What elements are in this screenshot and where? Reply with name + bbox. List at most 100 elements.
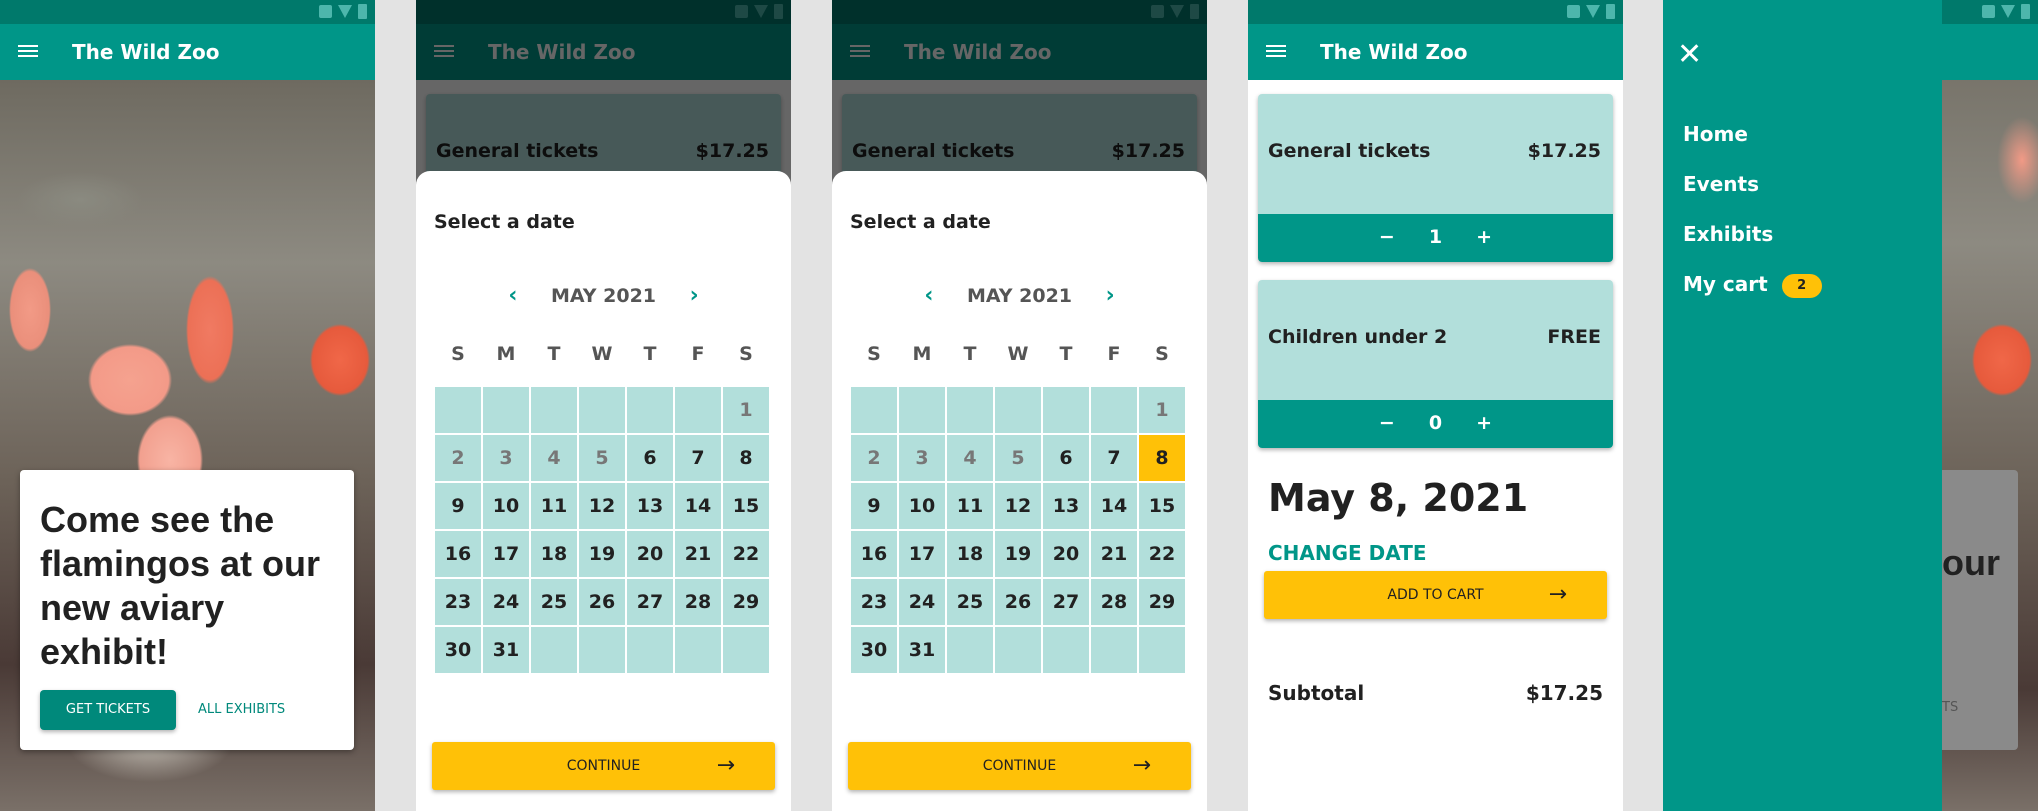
nav-item-home[interactable]: Home — [1683, 122, 1748, 146]
calendar-day[interactable]: 9 — [435, 483, 481, 529]
weekday-label: S — [451, 343, 465, 365]
calendar-empty-cell — [579, 387, 625, 433]
calendar-day[interactable]: 29 — [723, 579, 769, 625]
calendar-day[interactable]: 27 — [1043, 579, 1089, 625]
calendar-empty-cell — [435, 387, 481, 433]
calendar-day[interactable]: 6 — [627, 435, 673, 481]
chevron-left-icon[interactable]: ‹ — [498, 283, 528, 308]
calendar-day: 1 — [1139, 387, 1185, 433]
calendar-day[interactable]: 31 — [899, 627, 945, 673]
home-screen: The Wild Zoo Come see the flamingos at o… — [0, 0, 375, 811]
calendar-day[interactable]: 27 — [627, 579, 673, 625]
increment-button[interactable]: + — [1463, 412, 1505, 434]
app-title: The Wild Zoo — [72, 40, 220, 64]
get-tickets-button[interactable]: GET TICKETS — [40, 690, 176, 730]
signal-icon — [1982, 5, 1995, 18]
calendar-day[interactable]: 16 — [435, 531, 481, 577]
calendar-day[interactable]: 19 — [995, 531, 1041, 577]
calendar-day[interactable]: 29 — [1139, 579, 1185, 625]
add-to-cart-button[interactable]: ADD TO CART → — [1264, 571, 1607, 619]
calendar-day[interactable]: 16 — [851, 531, 897, 577]
calendar-day[interactable]: 11 — [947, 483, 993, 529]
calendar-day[interactable]: 11 — [531, 483, 577, 529]
calendar-day: 3 — [483, 435, 529, 481]
ticket-name: General tickets — [1268, 140, 1431, 162]
calendar-day[interactable]: 18 — [531, 531, 577, 577]
add-to-cart-label: ADD TO CART — [1387, 587, 1484, 603]
hero-card: Come see the flamingos at our new aviary… — [20, 470, 354, 750]
calendar-day[interactable]: 9 — [851, 483, 897, 529]
calendar-day[interactable]: 14 — [1091, 483, 1137, 529]
weekday-label: W — [1007, 343, 1029, 365]
decrement-button[interactable]: − — [1366, 226, 1408, 248]
continue-button[interactable]: CONTINUE → — [432, 742, 775, 790]
change-date-button[interactable]: CHANGE DATE — [1268, 541, 1427, 565]
calendar-day[interactable]: 30 — [851, 627, 897, 673]
calendar-day[interactable]: 31 — [483, 627, 529, 673]
calendar-day[interactable]: 20 — [1043, 531, 1089, 577]
continue-label: CONTINUE — [566, 758, 641, 774]
chevron-left-icon[interactable]: ‹ — [914, 283, 944, 308]
all-exhibits-button[interactable]: ALL EXHIBITS — [198, 690, 285, 730]
weekday-label: T — [643, 343, 657, 365]
quantity-stepper: − 1 + — [1258, 214, 1613, 262]
calendar-day[interactable]: 8 — [723, 435, 769, 481]
selected-date: May 8, 2021 — [1268, 476, 1529, 520]
calendar-empty-cell — [1091, 387, 1137, 433]
decrement-button[interactable]: − — [1366, 412, 1408, 434]
calendar-day[interactable]: 17 — [483, 531, 529, 577]
calendar-day[interactable]: 15 — [1139, 483, 1185, 529]
quantity-value: 0 — [1428, 412, 1443, 434]
weekday-header: S M T W T F S — [435, 343, 769, 365]
calendar-empty-cell — [675, 627, 721, 673]
calendar-empty-cell — [899, 387, 945, 433]
calendar-day[interactable]: 18 — [947, 531, 993, 577]
chevron-right-icon[interactable]: › — [1095, 283, 1125, 308]
signal-icon — [1567, 5, 1580, 18]
calendar-day[interactable]: 26 — [579, 579, 625, 625]
calendar-day[interactable]: 22 — [1139, 531, 1185, 577]
calendar-day[interactable]: 8 — [1139, 435, 1185, 481]
calendar-day[interactable]: 24 — [483, 579, 529, 625]
continue-button[interactable]: CONTINUE → — [848, 742, 1191, 790]
month-label: MAY 2021 — [966, 284, 1073, 307]
menu-icon[interactable] — [18, 42, 38, 62]
calendar-day[interactable]: 28 — [1091, 579, 1137, 625]
calendar-day[interactable]: 12 — [995, 483, 1041, 529]
calendar-day[interactable]: 24 — [899, 579, 945, 625]
close-icon[interactable]: ✕ — [1677, 40, 1707, 70]
nav-item-events[interactable]: Events — [1683, 172, 1759, 196]
calendar-day[interactable]: 23 — [851, 579, 897, 625]
calendar-day[interactable]: 26 — [995, 579, 1041, 625]
chevron-right-icon[interactable]: › — [679, 283, 709, 308]
calendar-day[interactable]: 21 — [1091, 531, 1137, 577]
calendar-day[interactable]: 10 — [483, 483, 529, 529]
calendar-day[interactable]: 23 — [435, 579, 481, 625]
calendar-day[interactable]: 14 — [675, 483, 721, 529]
calendar-day[interactable]: 13 — [1043, 483, 1089, 529]
calendar-day[interactable]: 30 — [435, 627, 481, 673]
calendar-day[interactable]: 28 — [675, 579, 721, 625]
calendar-day[interactable]: 20 — [627, 531, 673, 577]
weekday-label: T — [963, 343, 977, 365]
nav-item-my-cart[interactable]: My cart 2 — [1683, 272, 1822, 298]
weekday-label: S — [739, 343, 753, 365]
calendar-day[interactable]: 25 — [947, 579, 993, 625]
calendar-day[interactable]: 22 — [723, 531, 769, 577]
calendar-day[interactable]: 13 — [627, 483, 673, 529]
calendar-day[interactable]: 12 — [579, 483, 625, 529]
status-bar — [0, 0, 375, 24]
calendar-day[interactable]: 21 — [675, 531, 721, 577]
calendar-day[interactable]: 15 — [723, 483, 769, 529]
nav-item-exhibits[interactable]: Exhibits — [1683, 222, 1773, 246]
calendar-day[interactable]: 17 — [899, 531, 945, 577]
quantity-value: 1 — [1428, 226, 1443, 248]
menu-icon[interactable] — [1266, 42, 1286, 62]
calendar-day[interactable]: 7 — [1091, 435, 1137, 481]
calendar-day[interactable]: 6 — [1043, 435, 1089, 481]
calendar-day[interactable]: 10 — [899, 483, 945, 529]
calendar-day[interactable]: 7 — [675, 435, 721, 481]
calendar-day[interactable]: 25 — [531, 579, 577, 625]
increment-button[interactable]: + — [1463, 226, 1505, 248]
calendar-day[interactable]: 19 — [579, 531, 625, 577]
